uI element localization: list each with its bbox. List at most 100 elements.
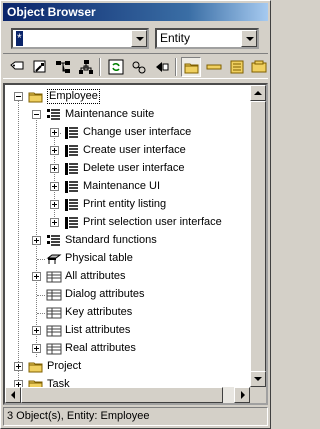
- name-filter-dropdown-button[interactable]: [131, 30, 147, 47]
- tree-item-project[interactable]: Project: [5, 358, 251, 376]
- attributes-icon: [46, 271, 62, 283]
- tree-item-label: Delete user interface: [83, 162, 185, 174]
- expand-toggle[interactable]: [50, 218, 59, 227]
- tree-item-employee[interactable]: Employee: [5, 88, 251, 106]
- type-filter-dropdown-button[interactable]: [241, 30, 257, 47]
- tree-item-label: Real attributes: [65, 342, 136, 354]
- find-button[interactable]: [30, 57, 50, 77]
- tree-item-delete-user-interface[interactable]: Delete user interface: [5, 160, 251, 178]
- down-arrow-icon: [254, 377, 262, 381]
- table-icon: [46, 254, 62, 264]
- field-view-icon: [206, 64, 222, 70]
- expand-toggle[interactable]: [32, 344, 41, 353]
- toolbar: [3, 53, 268, 79]
- vertical-scrollbar[interactable]: [250, 85, 266, 403]
- move-icon: [156, 62, 169, 72]
- expand-toggle[interactable]: [50, 182, 59, 191]
- tree-item-label: Key attributes: [65, 306, 133, 318]
- name-filter-combo[interactable]: *: [11, 28, 149, 49]
- folder-view-button[interactable]: [181, 57, 201, 77]
- expand-toggle[interactable]: [32, 272, 41, 281]
- tree-item-label: All attributes: [65, 270, 126, 282]
- tree-connector-line: [37, 295, 45, 296]
- attributes-icon: [46, 325, 62, 337]
- hierarchy-button[interactable]: [53, 57, 73, 77]
- field-view-button[interactable]: [204, 57, 224, 77]
- tree-item-change-user-interface[interactable]: Change user interface: [5, 124, 251, 142]
- network-icon: [79, 60, 93, 74]
- function-icon: [65, 217, 78, 229]
- scroll-down-button[interactable]: [250, 371, 266, 387]
- tree-item-label: Print entity listing: [83, 198, 167, 210]
- type-filter-combo[interactable]: Entity: [155, 28, 259, 49]
- refresh-button[interactable]: [106, 57, 126, 77]
- network-button[interactable]: [76, 57, 96, 77]
- right-arrow-icon: [241, 391, 245, 399]
- tree-item-dialog-attributes[interactable]: Dialog attributes: [5, 286, 251, 304]
- move-button[interactable]: [152, 57, 172, 77]
- expand-toggle[interactable]: [50, 128, 59, 137]
- function-icon: [65, 127, 78, 139]
- collapse-toggle[interactable]: [32, 110, 41, 119]
- tag-icon: [10, 61, 24, 70]
- link-icon: [132, 61, 146, 74]
- list-view-button[interactable]: [227, 57, 247, 77]
- tree-item-standard-functions[interactable]: Standard functions: [5, 232, 251, 250]
- tree-connector-line: [37, 259, 45, 260]
- scrollbar-corner: [250, 387, 266, 403]
- toolbar-separator: [99, 58, 101, 76]
- attributes-icon: [46, 289, 62, 301]
- collapse-toggle[interactable]: [14, 92, 23, 101]
- find-icon: [33, 60, 46, 73]
- folder-view-icon: [184, 63, 199, 74]
- tree-item-physical-table[interactable]: Physical table: [5, 250, 251, 268]
- attributes-icon: [46, 343, 62, 355]
- class-view-button[interactable]: [249, 57, 269, 77]
- tree-item-label: Print selection user interface: [83, 216, 222, 228]
- list-view-icon: [230, 60, 244, 74]
- suite-icon: [47, 109, 60, 120]
- scroll-right-button[interactable]: [234, 387, 250, 403]
- tree-item-maintenance-suite[interactable]: Maintenance suite: [5, 106, 251, 124]
- tree-item-label: Maintenance suite: [65, 108, 155, 120]
- object-browser-window: Object Browser * Entity Employee Mainten…: [0, 0, 271, 429]
- tree-item-label: Project: [47, 360, 82, 372]
- scroll-up-button[interactable]: [250, 85, 266, 101]
- left-arrow-icon: [11, 391, 15, 399]
- name-filter-value: *: [16, 31, 23, 46]
- status-bar: 3 Object(s), Entity: Employee: [3, 407, 268, 426]
- expand-toggle[interactable]: [32, 326, 41, 335]
- tree-item-label: Dialog attributes: [65, 288, 145, 300]
- window-title: Object Browser: [3, 3, 268, 21]
- horizontal-scroll-thumb[interactable]: [21, 387, 223, 403]
- tree-item-label: Maintenance UI: [83, 180, 161, 192]
- type-filter-value: Entity: [160, 31, 191, 45]
- tag-button[interactable]: [7, 57, 27, 77]
- tree-item-key-attributes[interactable]: Key attributes: [5, 304, 251, 322]
- expand-toggle[interactable]: [50, 146, 59, 155]
- expand-toggle[interactable]: [14, 362, 23, 371]
- expand-toggle[interactable]: [50, 200, 59, 209]
- tree-item-list-attributes[interactable]: List attributes: [5, 322, 251, 340]
- up-arrow-icon: [254, 91, 262, 95]
- expand-toggle[interactable]: [32, 236, 41, 245]
- hierarchy-icon: [56, 61, 70, 73]
- expand-toggle[interactable]: [50, 164, 59, 173]
- attributes-icon: [46, 307, 62, 319]
- tree-item-real-attributes[interactable]: Real attributes: [5, 340, 251, 358]
- tree-item-print-entity-listing[interactable]: Print entity listing: [5, 196, 251, 214]
- object-tree[interactable]: Employee Maintenance suite Change user i…: [3, 83, 268, 405]
- link-button[interactable]: [129, 57, 149, 77]
- toolbar-separator: [175, 58, 177, 76]
- tree-item-create-user-interface[interactable]: Create user interface: [5, 142, 251, 160]
- vertical-scroll-thumb[interactable]: [250, 101, 266, 385]
- tree-item-maintenance-ui[interactable]: Maintenance UI: [5, 178, 251, 196]
- tree-item-all-attributes[interactable]: All attributes: [5, 268, 251, 286]
- tree-connector-line: [37, 313, 45, 314]
- tree-item-label: Change user interface: [83, 126, 192, 138]
- class-view-icon: [251, 60, 267, 73]
- scroll-left-button[interactable]: [5, 387, 21, 403]
- horizontal-scrollbar[interactable]: [5, 387, 250, 403]
- tree-item-print-selection-user-interface[interactable]: Print selection user interface: [5, 214, 251, 232]
- tree-item-label: Create user interface: [83, 144, 186, 156]
